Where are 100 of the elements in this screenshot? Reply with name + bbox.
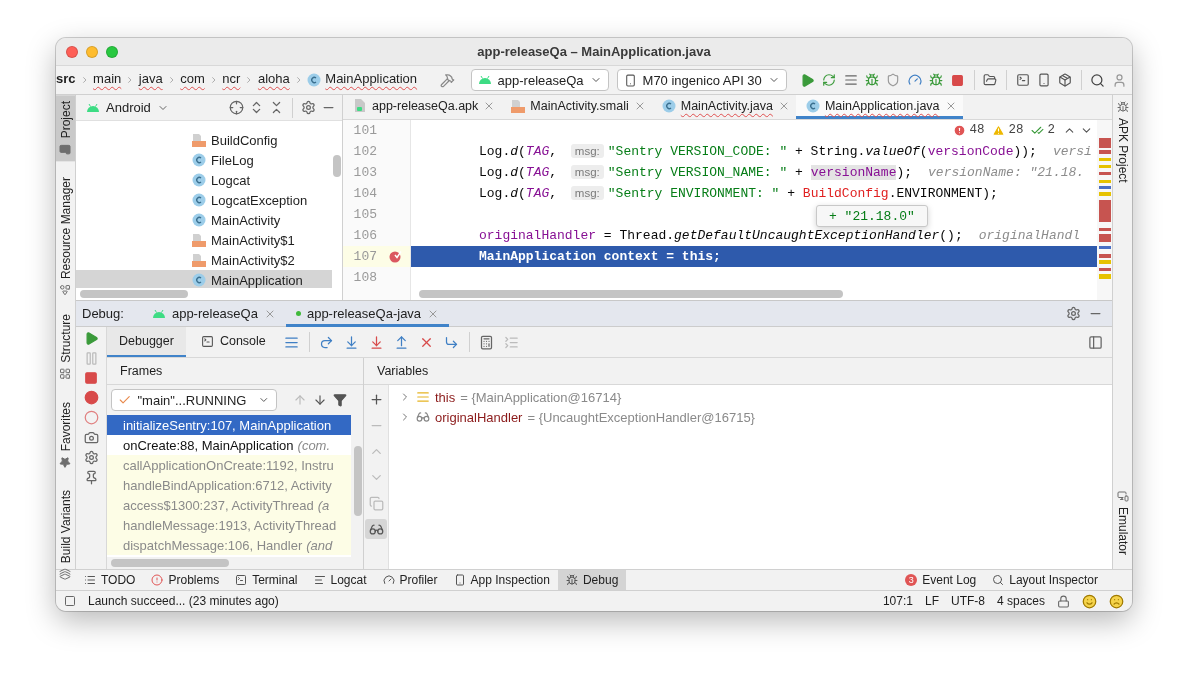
- device-manager-icon[interactable]: [1037, 73, 1051, 87]
- tree-item[interactable]: MainApplication: [76, 270, 332, 288]
- scrollbar-thumb[interactable]: [80, 290, 188, 298]
- breakpoints-icon[interactable]: [83, 390, 99, 405]
- stop-icon[interactable]: [84, 371, 98, 385]
- warning-count[interactable]: 28: [992, 123, 1024, 137]
- list-icon[interactable]: [843, 73, 858, 87]
- run-config-dropdown[interactable]: app-releaseQa: [470, 69, 609, 91]
- editor-tab[interactable]: MainActivity.java: [651, 95, 796, 119]
- device-dropdown[interactable]: M70 ingenico API 30: [616, 69, 787, 91]
- weak-warning-count[interactable]: 2: [1031, 123, 1055, 137]
- settings-icon[interactable]: [301, 100, 316, 115]
- breadcrumb[interactable]: main: [93, 69, 122, 91]
- editor-tab[interactable]: MainActivity.smali: [501, 95, 652, 119]
- session-tab[interactable]: app-releaseQa-java: [285, 300, 450, 327]
- tool-window-button[interactable]: TODO: [76, 570, 144, 590]
- indent-setting[interactable]: 4 spaces: [996, 594, 1045, 608]
- run-to-cursor-icon[interactable]: [444, 334, 460, 350]
- caret-position[interactable]: 107:1: [882, 594, 913, 608]
- tool-window-button[interactable]: Layout Inspector: [984, 570, 1106, 590]
- tool-window-button[interactable]: Terminal: [227, 570, 306, 590]
- breadcrumb[interactable]: ncr: [222, 69, 241, 91]
- zoom-button[interactable]: [106, 45, 118, 58]
- debug-tab[interactable]: Console: [188, 327, 278, 357]
- close-button[interactable]: [66, 45, 78, 58]
- add-icon[interactable]: [368, 391, 384, 407]
- status-message[interactable]: Launch succeed... (23 minutes ago): [88, 594, 279, 608]
- hammer-icon[interactable]: [440, 72, 456, 88]
- tool-window-tab[interactable]: Build Variants: [56, 484, 75, 587]
- tool-window-tab[interactable]: Structure: [56, 308, 75, 386]
- breadcrumb[interactable]: MainApplication: [325, 69, 418, 91]
- attach-debugger-icon[interactable]: [929, 73, 944, 87]
- tool-window-button[interactable]: Problems: [143, 570, 228, 590]
- smile-icon[interactable]: [1082, 593, 1097, 609]
- error-count[interactable]: 48: [953, 123, 985, 137]
- tool-window-button[interactable]: Debug: [557, 570, 627, 590]
- minimize-button[interactable]: [86, 45, 98, 58]
- lock-icon[interactable]: [1057, 594, 1070, 608]
- tree-item[interactable]: MainActivity$2: [76, 250, 332, 270]
- breakpoint-icon[interactable]: [389, 250, 402, 263]
- menu-icon[interactable]: [284, 334, 300, 350]
- user-icon[interactable]: [1111, 72, 1127, 88]
- line-ending[interactable]: LF: [924, 594, 939, 608]
- shield-icon[interactable]: [886, 73, 901, 87]
- settings-icon[interactable]: [83, 450, 99, 465]
- down-icon[interactable]: [313, 393, 327, 407]
- run-icon[interactable]: [800, 72, 816, 88]
- stack-frame[interactable]: dispatchMessage:106, Handler (and: [107, 535, 351, 555]
- tool-window-button[interactable]: 3 Event Log: [897, 570, 985, 590]
- frown-icon[interactable]: [1109, 593, 1124, 609]
- package-icon[interactable]: [1058, 73, 1073, 87]
- search-icon[interactable]: [1090, 72, 1106, 88]
- calculator-icon[interactable]: [479, 334, 495, 350]
- tool-window-tab[interactable]: Project: [56, 95, 75, 162]
- settings-icon[interactable]: [1065, 306, 1081, 321]
- editor-tab[interactable]: app-releaseQa.apk: [343, 95, 502, 119]
- breadcrumb[interactable]: aloha: [257, 69, 290, 91]
- apply-changes-icon[interactable]: [822, 73, 837, 87]
- breadcrumb[interactable]: com: [180, 69, 205, 91]
- mute-breakpoints-icon[interactable]: [83, 410, 99, 425]
- tool-window-tab[interactable]: Resource Manager: [56, 171, 75, 303]
- resume-icon[interactable]: [83, 331, 99, 346]
- tree-item[interactable]: MainActivity$1: [76, 230, 332, 250]
- scrollbar-thumb[interactable]: [419, 290, 843, 298]
- panel-icon[interactable]: [64, 595, 76, 607]
- step-over-icon[interactable]: [319, 334, 335, 350]
- gauge-icon[interactable]: [907, 73, 922, 87]
- tool-window-tab[interactable]: Emulator: [1113, 483, 1132, 561]
- pin-icon[interactable]: [83, 470, 99, 485]
- project-view-dropdown[interactable]: Android: [82, 100, 173, 115]
- tool-window-button[interactable]: Logcat: [305, 570, 375, 590]
- tool-window-button[interactable]: App Inspection: [445, 570, 558, 590]
- stack-frame[interactable]: initializeSentry:107, MainApplication: [107, 415, 351, 435]
- session-tab[interactable]: app-releaseQa: [141, 300, 286, 327]
- scrollbar-thumb[interactable]: [354, 446, 362, 516]
- stack-frame[interactable]: access$1300:237, ActivityThread (a: [107, 495, 351, 515]
- debug-tab[interactable]: Debugger: [107, 327, 186, 357]
- tree-item[interactable]: BuildConfig: [76, 130, 332, 150]
- stack-frame[interactable]: callApplicationOnCreate:1192, Instru: [107, 455, 351, 475]
- editor-tab[interactable]: MainApplication.java: [795, 95, 963, 119]
- stop-icon[interactable]: [951, 73, 965, 87]
- tree-item[interactable]: Logcat: [76, 170, 332, 190]
- tree-item[interactable]: FileLog: [76, 150, 332, 170]
- scrollbar-thumb[interactable]: [111, 559, 229, 567]
- filter-icon[interactable]: [333, 393, 347, 407]
- thread-dropdown[interactable]: "main"...RUNNING: [111, 389, 277, 411]
- folder-icon[interactable]: [983, 73, 998, 87]
- terminal-icon[interactable]: [1015, 73, 1030, 87]
- tool-window-button[interactable]: Profiler: [374, 570, 446, 590]
- tree-item[interactable]: LogcatException: [76, 190, 332, 210]
- breadcrumb[interactable]: java: [138, 69, 163, 91]
- debug-icon[interactable]: [865, 73, 879, 87]
- file-encoding[interactable]: UTF-8: [950, 594, 985, 608]
- tree-item[interactable]: MainActivity: [76, 210, 332, 230]
- breadcrumb[interactable]: src: [56, 69, 76, 91]
- locate-icon[interactable]: [229, 100, 244, 115]
- camera-icon[interactable]: [83, 430, 99, 445]
- tool-window-tab[interactable]: APK Project: [1113, 95, 1132, 189]
- tool-window-tab[interactable]: Favorites: [56, 395, 75, 475]
- scrollbar-thumb[interactable]: [333, 155, 341, 177]
